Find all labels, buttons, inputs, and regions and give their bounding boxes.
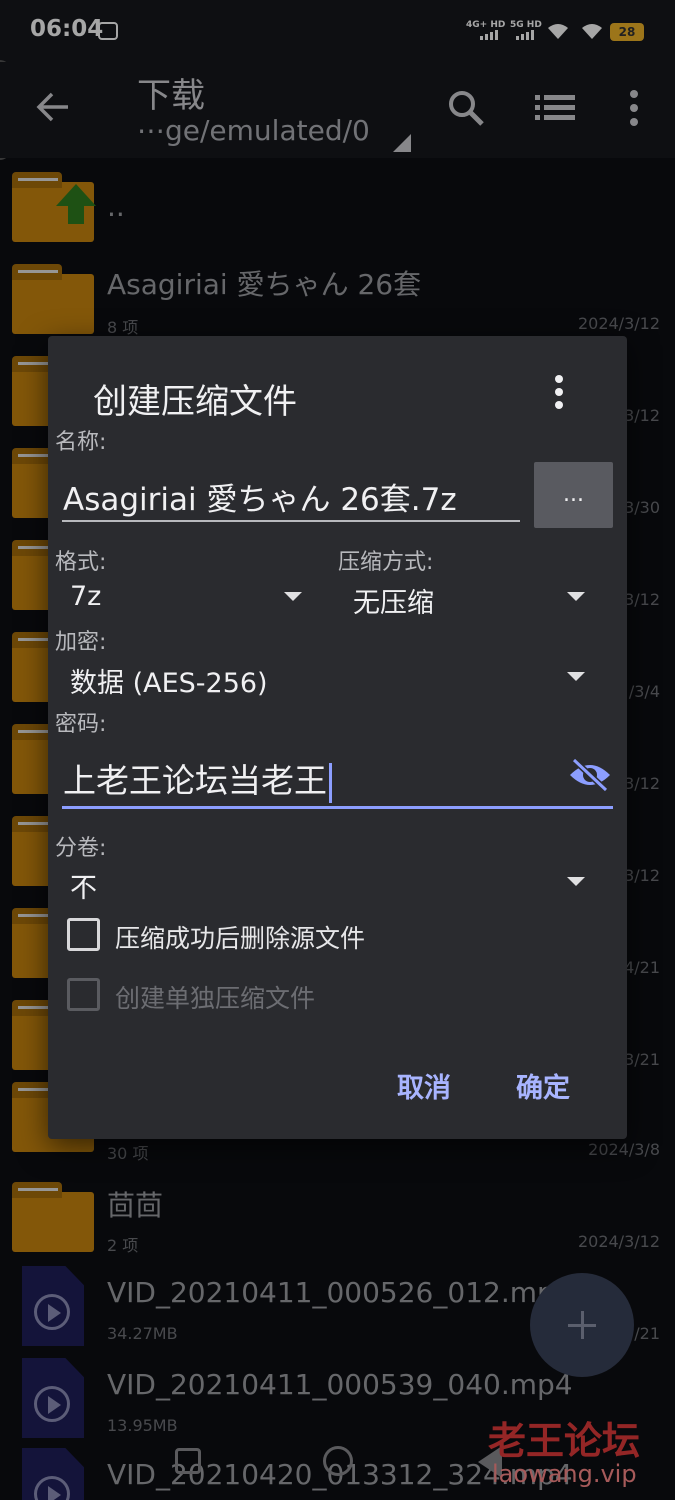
password-underline xyxy=(62,806,613,809)
encrypt-label: 加密: xyxy=(55,630,107,655)
archive-name-input[interactable]: Asagiriai 愛ちゃん 26套.7z xyxy=(63,474,519,524)
split-label: 分卷: xyxy=(55,836,107,861)
password-text: 上老王论坛当老王 xyxy=(63,761,327,800)
format-chevron-down-icon[interactable] xyxy=(284,592,302,601)
delete-source-label[interactable]: 压缩成功后删除源文件 xyxy=(115,919,365,955)
cancel-button[interactable]: 取消 xyxy=(397,1066,451,1105)
name-label: 名称: xyxy=(55,430,107,455)
browse-button[interactable]: ... xyxy=(534,462,613,528)
method-select[interactable]: 无压缩 xyxy=(353,581,434,620)
dialog-more-icon[interactable] xyxy=(553,374,565,410)
format-select[interactable]: 7z xyxy=(70,581,101,612)
delete-source-checkbox[interactable] xyxy=(67,918,100,951)
format-label: 格式: xyxy=(55,550,107,575)
encrypt-select[interactable]: 数据 (AES-256) xyxy=(70,661,268,700)
method-chevron-down-icon[interactable] xyxy=(567,592,585,601)
dialog-title: 创建压缩文件 xyxy=(93,382,297,422)
encrypt-chevron-down-icon[interactable] xyxy=(567,672,585,681)
name-underline xyxy=(62,520,520,522)
create-archive-dialog: 创建压缩文件 名称: Asagiriai 愛ちゃん 26套.7z ... 格式:… xyxy=(48,336,627,1139)
method-label: 压缩方式: xyxy=(338,550,434,575)
visibility-off-icon[interactable] xyxy=(568,757,612,793)
separate-archive-label: 创建单独压缩文件 xyxy=(115,984,316,1013)
text-cursor xyxy=(329,762,332,803)
password-input[interactable]: 上老王论坛当老王 xyxy=(63,754,563,804)
ok-button[interactable]: 确定 xyxy=(516,1066,570,1105)
split-chevron-down-icon[interactable] xyxy=(567,877,585,886)
separate-archive-checkbox xyxy=(67,978,100,1011)
split-select[interactable]: 不 xyxy=(70,866,97,905)
password-label: 密码: xyxy=(55,712,107,737)
